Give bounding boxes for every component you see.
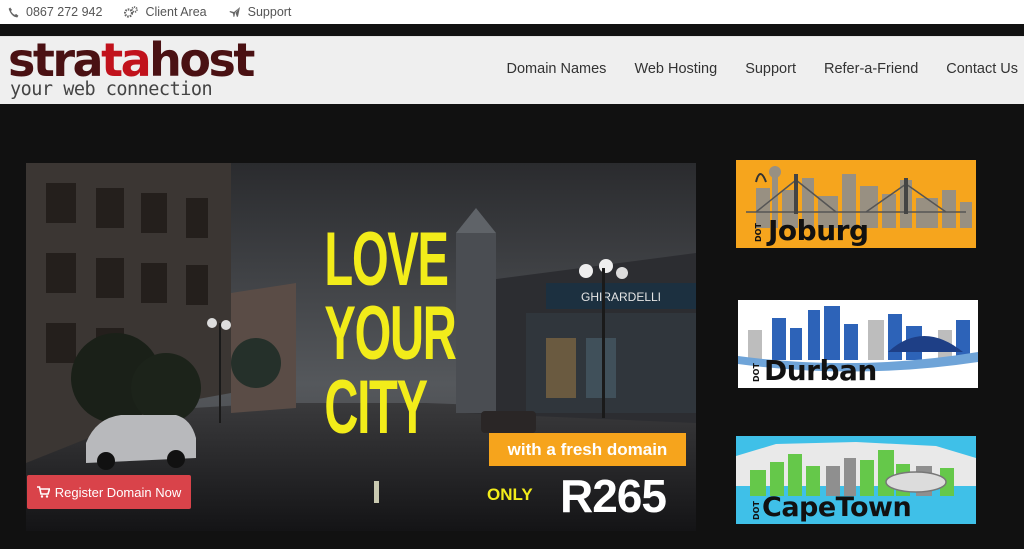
joburg-card[interactable]: DOT Joburg: [736, 160, 976, 248]
support-label: Support: [247, 5, 292, 19]
headline-line-1: LOVE: [324, 217, 449, 302]
hero-headline: LOVE YOUR CITY: [324, 217, 456, 450]
shop-sign-text: GHIRARDELLI: [581, 290, 661, 304]
nav-refer-a-friend[interactable]: Refer-a-Friend: [824, 61, 918, 77]
plane-icon: [229, 7, 240, 17]
phone-number: 0867 272 942: [26, 5, 103, 19]
cart-icon: [36, 486, 50, 498]
main-navbar: stratahost your web connection Domain Na…: [0, 33, 1024, 104]
capetown-dot-prefix: DOT: [752, 501, 761, 520]
top-bar: 0867 272 942 Client Area Support: [0, 0, 1024, 24]
capetown-card[interactable]: DOT CapeTown: [736, 436, 976, 524]
phone-icon: [8, 7, 19, 17]
register-domain-button[interactable]: Register Domain Now: [27, 475, 191, 509]
headline-line-3: CITY: [324, 365, 428, 450]
register-domain-label: Register Domain Now: [54, 484, 182, 500]
capetown-name: CapeTown: [762, 492, 912, 523]
client-area-link[interactable]: Client Area: [124, 5, 207, 19]
durban-card[interactable]: DOT Durban: [738, 300, 978, 388]
fresh-domain-badge: with a fresh domain: [489, 433, 686, 466]
durban-dot-prefix: DOT: [752, 363, 761, 382]
durban-name: Durban: [764, 354, 877, 387]
nav-web-hosting[interactable]: Web Hosting: [634, 61, 717, 77]
phone-link[interactable]: 0867 272 942: [8, 5, 102, 19]
hero-banner[interactable]: GHIRARDELLI LOVE YOUR CITY with a fresh …: [26, 163, 696, 531]
nav-domain-names[interactable]: Domain Names: [507, 61, 607, 77]
support-link[interactable]: Support: [229, 5, 292, 19]
main-nav: Domain Names Web Hosting Support Refer-a…: [479, 61, 1018, 77]
client-area-label: Client Area: [145, 5, 207, 19]
headline-line-2: YOUR: [324, 291, 456, 376]
gears-icon: [124, 6, 139, 18]
price-label: R265: [560, 470, 667, 522]
joburg-dot-prefix: DOT: [754, 223, 763, 242]
nav-contact-us[interactable]: Contact Us: [946, 61, 1018, 77]
nav-support[interactable]: Support: [745, 61, 796, 77]
only-label: ONLY: [487, 485, 533, 504]
stratahost-logo[interactable]: stratahost your web connection: [8, 33, 255, 102]
logo-tagline: your web connection: [10, 79, 213, 100]
joburg-name: Joburg: [768, 214, 869, 247]
